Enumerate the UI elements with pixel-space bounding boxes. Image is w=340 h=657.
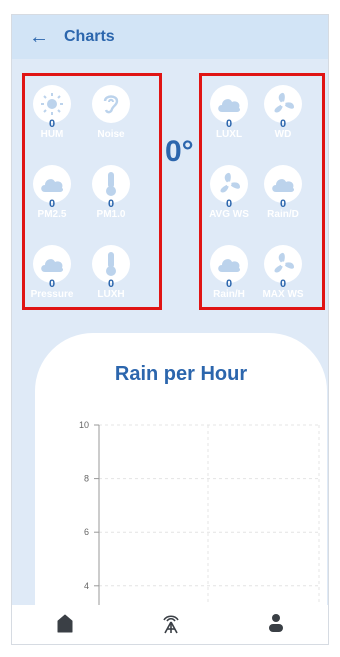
back-arrow-icon[interactable]: ←	[24, 26, 54, 49]
temperature-readout: 0°	[165, 135, 194, 168]
app-header: ← Charts	[12, 15, 328, 59]
y-tick-label: 6	[84, 527, 89, 537]
y-tick-label: 4	[84, 581, 89, 591]
chart-title: Rain per Hour	[114, 363, 248, 385]
y-tick-label: 8	[84, 474, 89, 484]
page-title: Charts	[64, 28, 115, 45]
highlight-box-right	[199, 73, 325, 310]
home-icon[interactable]	[55, 613, 75, 638]
person-icon[interactable]	[267, 613, 285, 638]
highlight-box-left	[22, 73, 162, 310]
antenna-icon[interactable]	[160, 612, 182, 639]
bottom-nav	[12, 605, 328, 644]
chart-card: Rain per Hour 108642	[35, 333, 327, 644]
y-tick-label: 10	[79, 420, 89, 430]
